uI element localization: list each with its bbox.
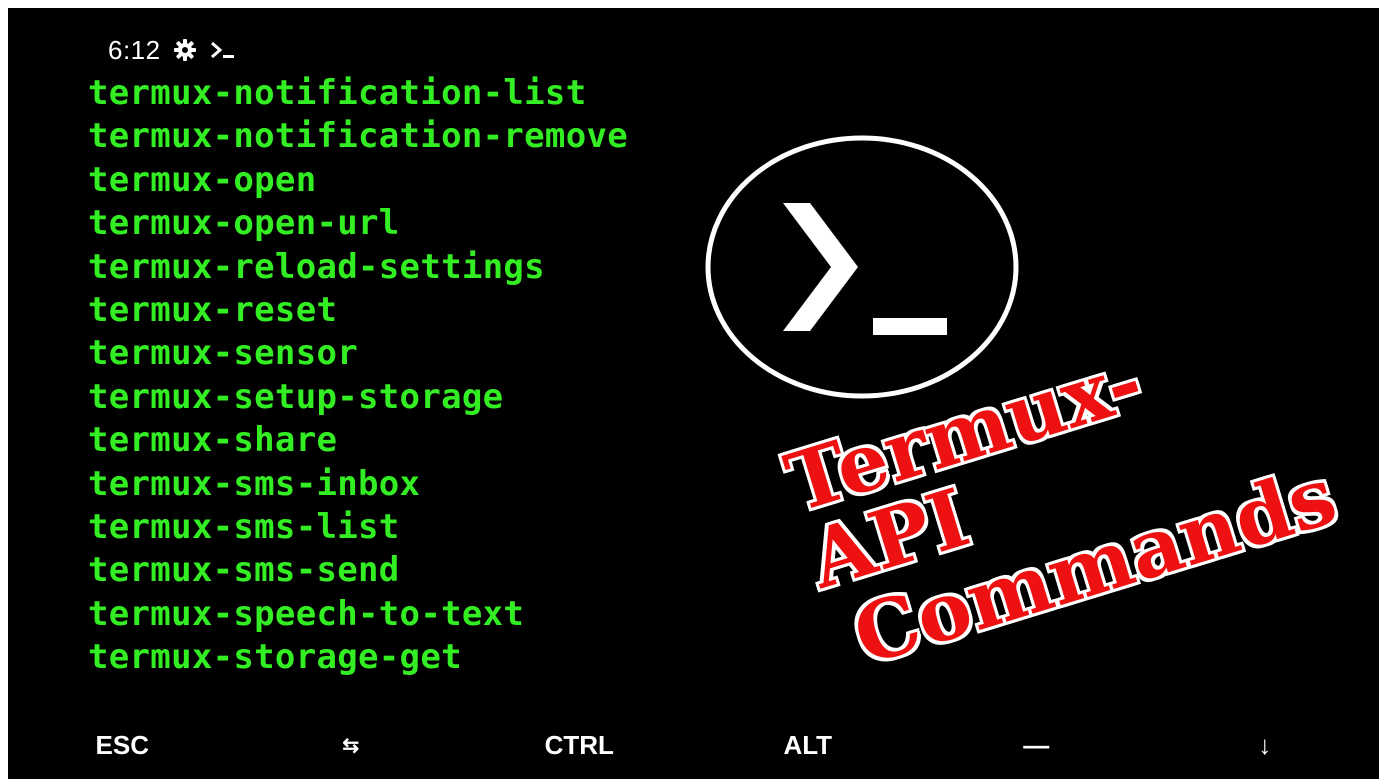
command-line: termux-sms-inbox xyxy=(88,463,421,504)
down-arrow-key[interactable]: ↓ xyxy=(1151,730,1379,761)
tab-key[interactable]: ⇆ xyxy=(237,733,465,758)
command-line: termux-notification-list xyxy=(88,73,587,113)
extra-keys-bar: ESC ⇆ CTRL ALT — ↓ xyxy=(8,720,1379,770)
command-line: termux-open-url xyxy=(88,203,400,244)
gear-icon xyxy=(173,38,197,62)
command-line: termux-sms-send xyxy=(88,550,400,591)
command-line: termux-share xyxy=(88,420,338,461)
status-bar: 6:12 xyxy=(108,32,237,68)
alt-key[interactable]: ALT xyxy=(694,730,922,761)
command-line: termux-reload-settings xyxy=(88,246,545,287)
command-line: termux-speech-to-text xyxy=(88,593,525,634)
terminal-screen[interactable]: 6:12 termux-notification-list termux-not… xyxy=(8,8,1379,779)
esc-key[interactable]: ESC xyxy=(8,730,236,761)
command-list: termux-notification-list termux-notifica… xyxy=(88,72,628,679)
command-line: termux-storage-get xyxy=(88,637,462,678)
command-line: termux-sms-list xyxy=(88,506,400,547)
terminal-prompt-icon xyxy=(209,38,237,62)
command-line: termux-notification-remove xyxy=(88,116,629,157)
command-line: termux-sensor xyxy=(88,333,359,374)
status-time: 6:12 xyxy=(108,34,161,65)
ctrl-key[interactable]: CTRL xyxy=(465,730,693,761)
command-line: termux-open xyxy=(88,159,317,200)
command-line: termux-reset xyxy=(88,289,338,330)
command-line: termux-setup-storage xyxy=(88,376,504,417)
dash-key[interactable]: — xyxy=(922,730,1150,761)
